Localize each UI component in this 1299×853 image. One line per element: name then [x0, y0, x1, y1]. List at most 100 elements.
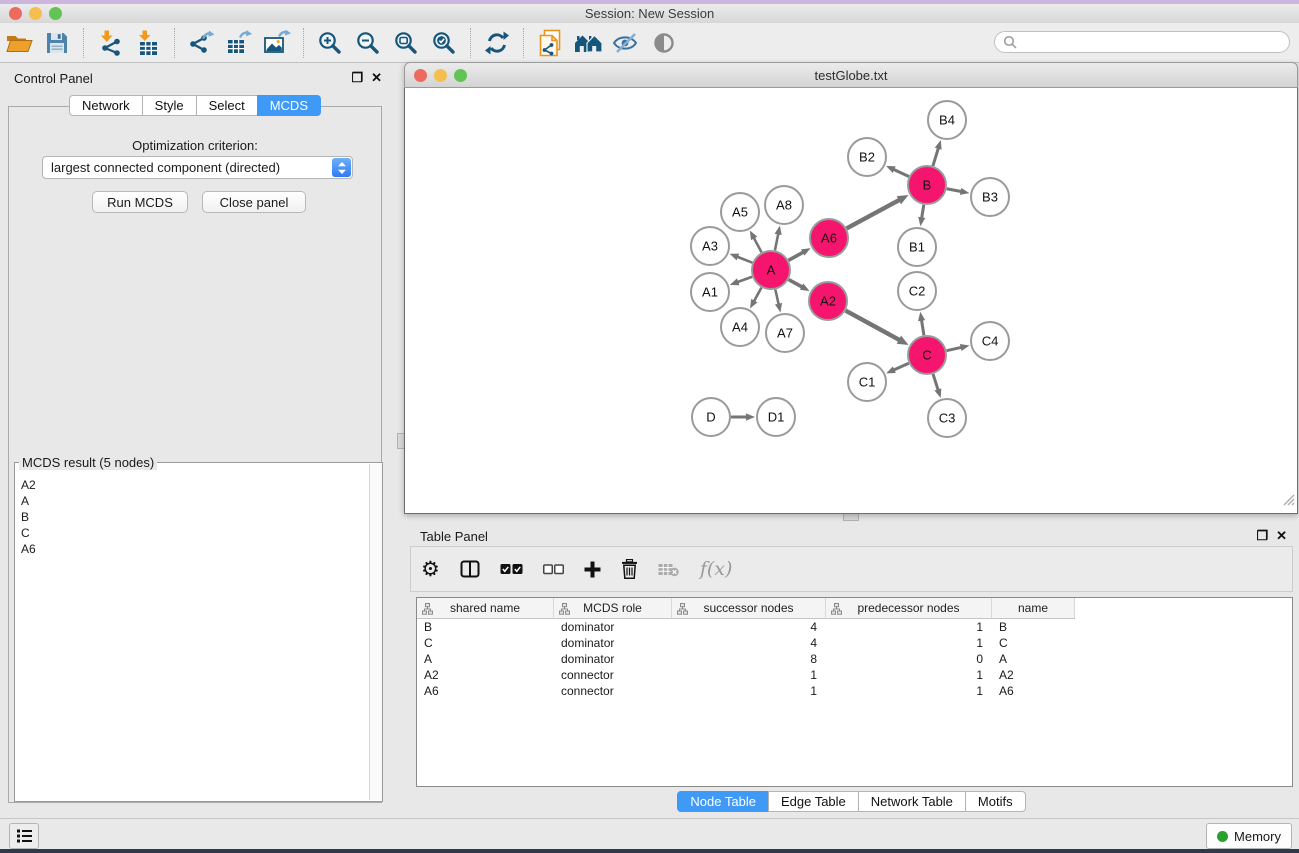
run-mcds-button[interactable]: Run MCDS: [92, 191, 188, 213]
node-table[interactable]: shared nameMCDS rolesuccessor nodesprede…: [416, 597, 1293, 787]
import-table-button[interactable]: [131, 26, 165, 60]
save-floppy-icon: [45, 31, 69, 55]
table-settings-button[interactable]: ⚙: [421, 559, 440, 580]
float-panel-icon[interactable]: ❐: [351, 70, 363, 86]
close-panel-icon[interactable]: ✕: [371, 70, 382, 86]
optimization-criterion-select[interactable]: largest connected component (directed): [42, 156, 353, 179]
arrowhead-icon: [886, 166, 896, 173]
edge-A2-C[interactable]: [846, 311, 901, 341]
gear-icon: ⚙: [421, 559, 440, 580]
toolbar-separator: [83, 28, 84, 58]
edge-B-B3[interactable]: [947, 189, 963, 192]
tab-network[interactable]: Network: [69, 95, 143, 116]
search-input[interactable]: [1021, 32, 1289, 52]
unselect-all-columns-button[interactable]: [543, 564, 564, 575]
mcds-result-title: MCDS result (5 nodes): [19, 455, 157, 470]
column-header-MCDS-role[interactable]: MCDS role: [554, 598, 672, 619]
refresh-icon: [484, 30, 510, 56]
table-cell: 8: [672, 652, 826, 666]
hide-details-button[interactable]: [609, 26, 643, 60]
edge-A-A5[interactable]: [753, 237, 761, 253]
delete-column-button[interactable]: [621, 559, 638, 579]
zoom-in-button[interactable]: [313, 26, 347, 60]
network-window-title: testGlobe.txt: [405, 68, 1297, 83]
column-type-icon: [422, 603, 433, 618]
edge-A-A1[interactable]: [736, 277, 752, 283]
table-row[interactable]: A6connector11A6: [417, 683, 1292, 699]
edge-B-B2[interactable]: [892, 169, 909, 177]
export-image-button[interactable]: [260, 26, 294, 60]
edge-A-A6[interactable]: [789, 252, 805, 261]
open-session-button[interactable]: [2, 26, 36, 60]
edge-B-B4[interactable]: [933, 147, 939, 166]
refresh-button[interactable]: [480, 26, 514, 60]
table-row[interactable]: Adominator80A: [417, 651, 1292, 667]
tab-mcds[interactable]: MCDS: [257, 95, 321, 116]
mcds-result-item[interactable]: A2: [21, 477, 369, 493]
import-network-button[interactable]: [93, 26, 127, 60]
edge-A-A3[interactable]: [736, 256, 752, 262]
network-graph[interactable]: AA1A2A3A4A5A6A7A8BB1B2B3B4CC1C2C3C4DD1: [405, 88, 1297, 512]
arrowhead-icon: [886, 366, 896, 373]
zoom-out-button[interactable]: [351, 26, 385, 60]
network-canvas[interactable]: AA1A2A3A4A5A6A7A8BB1B2B3B4CC1C2C3C4DD1: [404, 88, 1298, 514]
table-tab-motifs[interactable]: Motifs: [965, 791, 1026, 812]
table-tab-edge-table[interactable]: Edge Table: [768, 791, 859, 812]
mcds-result-scrollbar[interactable]: [369, 464, 382, 800]
edge-A-A2[interactable]: [789, 280, 804, 288]
table-row[interactable]: A2connector11A2: [417, 667, 1292, 683]
column-header-successor-nodes[interactable]: successor nodes: [672, 598, 826, 619]
column-header-predecessor-nodes[interactable]: predecessor nodes: [826, 598, 992, 619]
create-column-button[interactable]: [584, 561, 601, 578]
table-row[interactable]: Cdominator41C: [417, 635, 1292, 651]
import-network-icon: [97, 30, 123, 56]
close-panel-button[interactable]: Close panel: [202, 191, 306, 213]
export-network-button[interactable]: [184, 26, 218, 60]
table-row[interactable]: Bdominator41B: [417, 619, 1292, 635]
memory-button[interactable]: Memory: [1206, 823, 1292, 849]
zoom-selected-button[interactable]: [427, 26, 461, 60]
float-panel-icon[interactable]: ❐: [1256, 528, 1268, 544]
resize-grip-icon[interactable]: [1281, 492, 1295, 511]
edge-C-C2[interactable]: [921, 319, 924, 336]
clone-network-button[interactable]: [533, 26, 567, 60]
mcds-result-item[interactable]: A: [21, 493, 369, 509]
edge-A6-B[interactable]: [847, 199, 901, 228]
task-history-button[interactable]: [9, 823, 39, 849]
edge-C-C1[interactable]: [893, 363, 909, 370]
column-header-name[interactable]: name: [992, 598, 1075, 619]
table-panel-title: Table Panel: [420, 529, 488, 544]
optimization-criterion-value: largest connected component (directed): [51, 160, 332, 175]
edge-A-A7[interactable]: [775, 290, 779, 306]
save-session-button[interactable]: [40, 26, 74, 60]
edge-A-A8[interactable]: [775, 232, 779, 250]
mcds-result-list[interactable]: A2ABCA6: [15, 473, 369, 801]
search-field[interactable]: [994, 31, 1290, 53]
table-cell: A2: [992, 668, 1075, 682]
table-tab-network-table[interactable]: Network Table: [858, 791, 966, 812]
edge-B-B1[interactable]: [921, 205, 923, 220]
column-view-button[interactable]: [460, 559, 480, 579]
mcds-result-item[interactable]: C: [21, 525, 369, 541]
export-table-button[interactable]: [222, 26, 256, 60]
table-cell: A: [992, 652, 1075, 666]
tab-select[interactable]: Select: [196, 95, 258, 116]
mcds-result-item[interactable]: A6: [21, 541, 369, 557]
search-icon: [1003, 35, 1017, 49]
toolbar-separator: [470, 28, 471, 58]
mcds-result-item[interactable]: B: [21, 509, 369, 525]
table-cell: A: [417, 652, 554, 666]
toolbar-separator: [303, 28, 304, 58]
table-tab-node-table[interactable]: Node Table: [677, 791, 769, 812]
tab-style[interactable]: Style: [142, 95, 197, 116]
edge-C-C3[interactable]: [933, 374, 938, 391]
close-panel-icon[interactable]: ✕: [1276, 528, 1287, 544]
zoom-fit-button[interactable]: [389, 26, 423, 60]
show-graphics-button[interactable]: [647, 26, 681, 60]
home-layout-button[interactable]: [571, 26, 605, 60]
column-header-shared-name[interactable]: shared name: [417, 598, 554, 619]
edge-C-C4[interactable]: [947, 347, 963, 351]
select-all-columns-button[interactable]: [500, 563, 523, 575]
network-window-titlebar[interactable]: testGlobe.txt: [404, 62, 1298, 88]
edge-A-A4[interactable]: [753, 288, 761, 303]
